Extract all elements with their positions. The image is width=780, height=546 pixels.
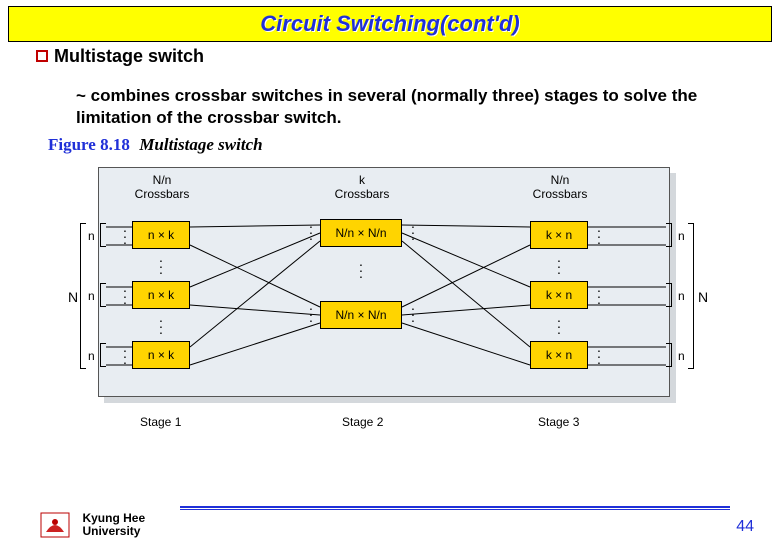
connection-lines xyxy=(70,161,710,431)
slide-title-bar: Circuit Switching(cont'd) xyxy=(8,6,772,42)
bullet-text: Multistage switch xyxy=(54,46,204,66)
university-name: Kyung Hee University xyxy=(82,512,145,538)
page-number: 44 xyxy=(736,518,754,536)
bullet-heading: Multistage switch xyxy=(36,46,780,67)
slide-title: Circuit Switching(cont'd) xyxy=(260,11,519,36)
university-logo-icon xyxy=(40,512,70,538)
slide-footer: Kyung Hee University 44 xyxy=(0,512,780,538)
figure-number: Figure 8.18 xyxy=(48,135,130,154)
multistage-diagram: N/n Crossbars k Crossbars N/n Crossbars … xyxy=(70,161,710,431)
bullet-square-icon xyxy=(36,50,48,62)
figure-title: Multistage switch xyxy=(139,135,262,154)
footer-divider xyxy=(180,506,730,510)
description-text: ~ combines crossbar switches in several … xyxy=(76,85,720,129)
figure-caption: Figure 8.18 Multistage switch xyxy=(48,135,780,155)
